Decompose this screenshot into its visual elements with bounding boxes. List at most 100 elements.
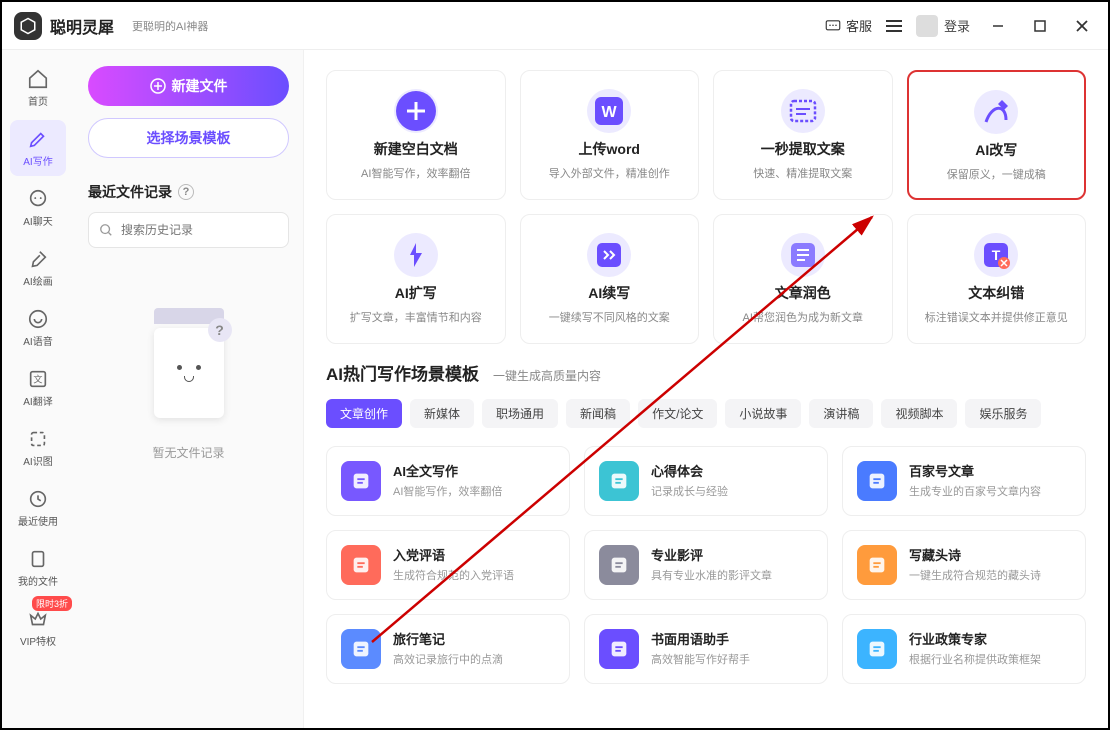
template-title: AI全文写作 — [393, 461, 502, 480]
action-card-polish[interactable]: 文章润色 AI帮您润色为成为新文章 — [713, 214, 893, 344]
sidebar-item-label: AI绘画 — [23, 273, 52, 288]
template-grid: AI全文写作AI智能写作，效率翻倍心得体会记录成长与经验百家号文章生成专业的百家… — [326, 446, 1086, 684]
sidebar-item-translate[interactable]: 文AI翻译 — [10, 360, 66, 416]
card-desc: 保留原义，一键成稿 — [947, 166, 1046, 182]
sidebar-item-label: AI聊天 — [23, 213, 52, 228]
new-file-button[interactable]: 新建文件 — [88, 66, 289, 106]
svg-text:文: 文 — [33, 374, 42, 385]
action-card-rewrite[interactable]: AI改写保留原义，一键成稿 — [907, 70, 1087, 200]
tab-item[interactable]: 新闻稿 — [566, 399, 630, 428]
template-card[interactable]: 书面用语助手高效智能写作好帮手 — [584, 614, 828, 684]
tab-item[interactable]: 新媒体 — [410, 399, 474, 428]
template-card[interactable]: AI全文写作AI智能写作，效率翻倍 — [326, 446, 570, 516]
card-title: 上传word — [579, 139, 640, 159]
translate-icon: 文 — [27, 368, 49, 390]
tab-item[interactable]: 视频脚本 — [881, 399, 957, 428]
login-label: 登录 — [944, 16, 970, 35]
chat-icon — [27, 188, 49, 210]
tab-item[interactable]: 作文/论文 — [638, 399, 717, 428]
avatar-icon — [916, 15, 938, 37]
template-desc: 生成专业的百家号文章内容 — [909, 483, 1041, 499]
template-icon — [599, 461, 639, 501]
app-slogan: 更聪明的AI神器 — [132, 18, 208, 34]
sidebar-item-label: AI语音 — [23, 333, 52, 348]
continue-icon — [587, 233, 631, 277]
card-desc: AI帮您润色为成为新文章 — [743, 309, 863, 325]
home-icon — [27, 68, 49, 90]
choose-template-button[interactable]: 选择场景模板 — [88, 118, 289, 158]
sidebar-item-file[interactable]: 我的文件 — [10, 540, 66, 596]
rewrite-icon — [974, 90, 1018, 134]
card-title: 文本纠错 — [968, 283, 1024, 303]
template-icon — [599, 545, 639, 585]
app-name: 聪明灵犀 — [50, 14, 114, 38]
template-tabs: 文章创作新媒体职场通用新闻稿作文/论文小说故事演讲稿视频脚本娱乐服务 — [326, 399, 1086, 428]
sidebar-item-home[interactable]: 首页 — [10, 60, 66, 116]
sidebar-item-label: 首页 — [28, 93, 48, 108]
section-header: AI热门写作场景模板 一键生成高质量内容 — [326, 360, 1086, 385]
scan-icon — [27, 428, 49, 450]
choose-template-label: 选择场景模板 — [147, 128, 231, 148]
action-card-extract[interactable]: 一秒提取文案快速、精准提取文案 — [713, 70, 893, 200]
vip-icon — [27, 608, 49, 630]
action-card-plus[interactable]: 新建空白文档AI智能写作，效率翻倍 — [326, 70, 506, 200]
tab-item[interactable]: 娱乐服务 — [965, 399, 1041, 428]
template-card[interactable]: 专业影评具有专业水准的影评文章 — [584, 530, 828, 600]
customer-service-label: 客服 — [846, 16, 872, 35]
search-box[interactable] — [88, 212, 289, 248]
tab-item[interactable]: 职场通用 — [482, 399, 558, 428]
action-card-continue[interactable]: AI续写一键续写不同风格的文案 — [520, 214, 700, 344]
sidebar-item-chat[interactable]: AI聊天 — [10, 180, 66, 236]
sidebar-item-label: 最近使用 — [18, 513, 58, 528]
card-desc: 扩写文章，丰富情节和内容 — [350, 309, 482, 325]
action-card-expand[interactable]: AI扩写扩写文章，丰富情节和内容 — [326, 214, 506, 344]
minimize-button[interactable] — [984, 12, 1012, 40]
sidebar-item-voice[interactable]: AI语音 — [10, 300, 66, 356]
sidebar-item-brush[interactable]: AI绘画 — [10, 240, 66, 296]
sidebar-item-clock[interactable]: 最近使用 — [10, 480, 66, 536]
card-desc: 快速、精准提取文案 — [753, 165, 852, 181]
template-icon — [341, 461, 381, 501]
left-panel: 新建文件 选择场景模板 最近文件记录 ? ? 暂无文件记录 — [74, 50, 304, 728]
template-icon — [857, 545, 897, 585]
template-card[interactable]: 百家号文章生成专业的百家号文章内容 — [842, 446, 1086, 516]
brush-icon — [27, 248, 49, 270]
template-icon — [341, 545, 381, 585]
template-card[interactable]: 写藏头诗一键生成符合规范的藏头诗 — [842, 530, 1086, 600]
tab-item[interactable]: 演讲稿 — [809, 399, 873, 428]
expand-icon — [394, 233, 438, 277]
template-card[interactable]: 心得体会记录成长与经验 — [584, 446, 828, 516]
template-desc: 高效智能写作好帮手 — [651, 651, 750, 667]
template-icon — [599, 629, 639, 669]
close-button[interactable] — [1068, 12, 1096, 40]
recent-files-header: 最近文件记录 ? — [88, 182, 289, 202]
action-card-word[interactable]: W上传word导入外部文件，精准创作 — [520, 70, 700, 200]
sidebar-item-vip[interactable]: VIP特权限时3折 — [10, 600, 66, 656]
tab-item[interactable]: 小说故事 — [725, 399, 801, 428]
customer-service-button[interactable]: 客服 — [824, 16, 872, 35]
template-card[interactable]: 行业政策专家根据行业名称提供政策框架 — [842, 614, 1086, 684]
search-input[interactable] — [121, 223, 278, 237]
template-card[interactable]: 旅行笔记高效记录旅行中的点滴 — [326, 614, 570, 684]
main-content: 新建空白文档AI智能写作，效率翻倍W上传word导入外部文件，精准创作一秒提取文… — [304, 50, 1108, 728]
sidebar-item-label: VIP特权 — [20, 633, 56, 648]
template-title: 专业影评 — [651, 545, 772, 564]
card-title: 新建空白文档 — [374, 139, 458, 159]
template-title: 书面用语助手 — [651, 629, 750, 648]
sidebar-item-scan[interactable]: AI识图 — [10, 420, 66, 476]
menu-icon[interactable] — [886, 19, 902, 33]
card-title: 文章润色 — [775, 283, 831, 303]
action-card-correct[interactable]: T文本纠错标注错误文本并提供修正意见 — [907, 214, 1087, 344]
sidebar-item-pen[interactable]: AI写作 — [10, 120, 66, 176]
card-desc: 导入外部文件，精准创作 — [549, 165, 670, 181]
template-title: 百家号文章 — [909, 461, 1041, 480]
help-icon[interactable]: ? — [178, 184, 194, 200]
template-desc: 根据行业名称提供政策框架 — [909, 651, 1041, 667]
maximize-button[interactable] — [1026, 12, 1054, 40]
app-logo-icon — [14, 12, 42, 40]
template-card[interactable]: 入党评语生成符合规范的入党评语 — [326, 530, 570, 600]
login-button[interactable]: 登录 — [916, 15, 970, 37]
tab-item[interactable]: 文章创作 — [326, 399, 402, 428]
card-title: AI扩写 — [395, 283, 437, 303]
template-icon — [857, 461, 897, 501]
